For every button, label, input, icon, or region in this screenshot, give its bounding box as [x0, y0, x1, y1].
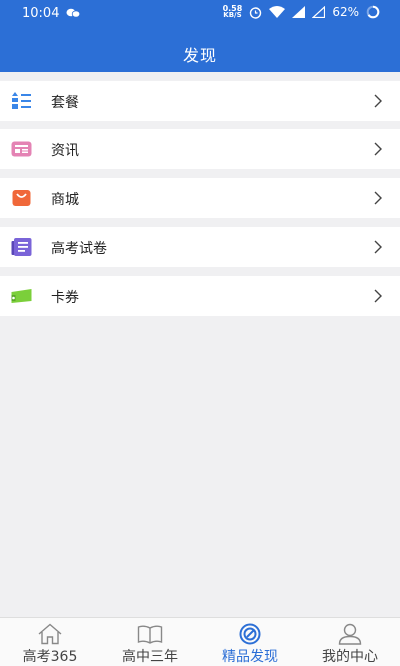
menu-item-coupons[interactable]: 卡券	[0, 276, 400, 316]
chevron-right-icon	[374, 191, 382, 205]
package-list-icon	[12, 92, 31, 109]
nav-tab-gaokao365[interactable]: 高考365	[0, 618, 100, 666]
user-profile-icon	[338, 623, 362, 645]
menu-item-label: 套餐	[51, 95, 79, 111]
network-speed: 0.58 KB/S	[223, 5, 243, 19]
alarm-icon	[250, 6, 262, 19]
nav-tab-three-years[interactable]: 高中三年	[100, 618, 200, 666]
home-icon	[38, 623, 62, 645]
shop-bag-icon	[12, 190, 31, 206]
status-indicators: 0.58 KB/S 62%	[223, 5, 380, 19]
menu-item-exam-papers[interactable]: 高考试卷	[0, 227, 400, 267]
nav-tab-label: 我的中心	[322, 649, 378, 665]
chevron-right-icon	[374, 142, 382, 156]
menu-item-label: 资讯	[51, 143, 79, 159]
status-time: 10:04	[22, 6, 60, 21]
menu-item-label: 卡券	[51, 290, 79, 306]
menu-item-label: 高考试卷	[51, 241, 107, 257]
battery-ring-icon	[366, 5, 380, 19]
battery-percent: 62%	[332, 5, 359, 19]
wechat-notification-icon	[66, 8, 80, 18]
page-title: 发现	[182, 46, 217, 65]
nav-tab-label: 高考365	[22, 649, 78, 665]
menu-item-label: 商城	[51, 192, 79, 208]
chevron-right-icon	[374, 94, 382, 108]
menu-item-package[interactable]: 套餐	[0, 81, 400, 121]
signal-empty-icon	[312, 6, 326, 18]
nav-tab-label: 精品发现	[222, 649, 278, 665]
menu-item-shop[interactable]: 商城	[0, 178, 400, 218]
chevron-right-icon	[374, 240, 382, 254]
wifi-icon	[269, 6, 286, 18]
news-card-icon	[11, 141, 32, 157]
app-header: 10:04 0.58 KB/S 62% 发现	[0, 0, 400, 72]
status-bar: 10:04 0.58 KB/S 62%	[0, 0, 400, 26]
discover-compass-icon	[239, 623, 261, 645]
chevron-right-icon	[374, 289, 382, 303]
menu-item-news[interactable]: 资讯	[0, 129, 400, 169]
signal-full-icon	[292, 6, 306, 18]
nav-tab-discover[interactable]: 精品发现	[200, 618, 300, 666]
network-speed-unit: KB/S	[223, 11, 242, 19]
book-icon	[137, 625, 163, 644]
exam-paper-icon	[11, 238, 32, 256]
coupon-ticket-icon	[11, 289, 32, 303]
bottom-navigation: 高考365 高中三年 精品发现 我的中心	[0, 617, 400, 666]
nav-tab-my-center[interactable]: 我的中心	[300, 618, 400, 666]
nav-tab-label: 高中三年	[122, 649, 178, 665]
